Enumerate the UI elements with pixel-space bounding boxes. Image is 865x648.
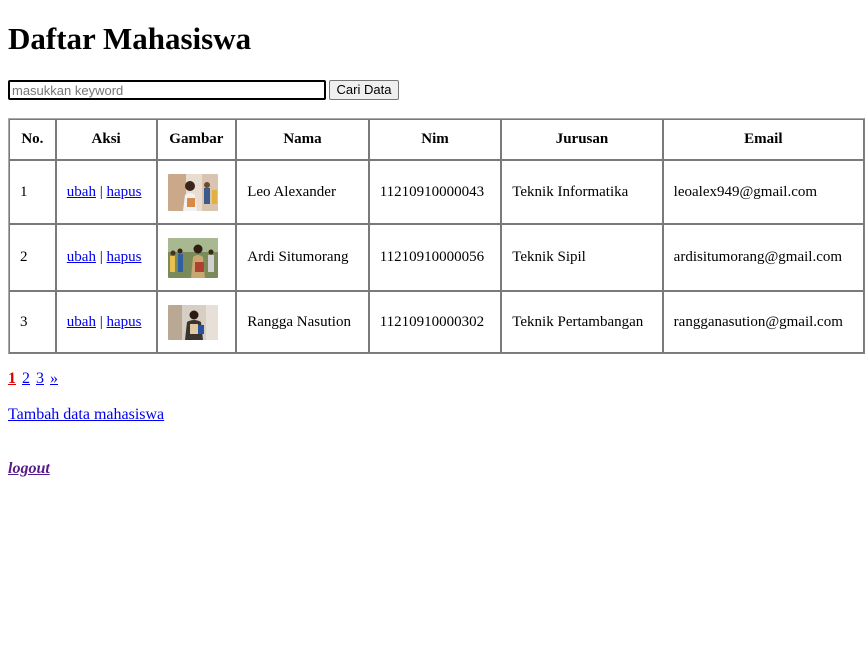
cell-no: 2 (9, 224, 56, 291)
table-row: 1 ubah | hapus Leo Alexander 11210910000… (9, 160, 864, 224)
cell-gambar (156, 160, 237, 224)
header-aksi: Aksi (55, 119, 157, 160)
header-jurusan: Jurusan (501, 119, 663, 160)
cell-email: leoalex949@gmail.com (662, 160, 864, 224)
page-link-2[interactable]: 2 (22, 370, 30, 387)
cell-jurusan: Teknik Pertambangan (501, 291, 663, 353)
delete-link[interactable]: hapus (106, 314, 141, 330)
student-photo-icon (167, 304, 218, 340)
action-separator: | (99, 249, 103, 265)
delete-link[interactable]: hapus (106, 184, 141, 200)
edit-link[interactable]: ubah (67, 184, 96, 200)
cell-nama: Rangga Nasution (236, 291, 369, 353)
delete-link[interactable]: hapus (106, 249, 141, 265)
search-button[interactable]: Cari Data (329, 80, 399, 100)
header-gambar: Gambar (156, 119, 237, 160)
header-nim: Nim (368, 119, 502, 160)
edit-link[interactable]: ubah (67, 314, 96, 330)
header-email: Email (662, 119, 864, 160)
cell-email: rangganasution@gmail.com (662, 291, 864, 353)
cell-no: 3 (9, 291, 56, 353)
page-link-current[interactable]: 1 (8, 370, 16, 387)
table-row: 2 ubah | hapus Ardi Situmorang 112109100… (9, 224, 864, 291)
cell-no: 1 (9, 160, 56, 224)
table-header-row: No. Aksi Gambar Nama Nim Jurusan Email (9, 119, 864, 160)
student-photo-icon (167, 173, 218, 211)
cell-aksi: ubah | hapus (55, 224, 157, 291)
cell-nim: 11210910000302 (368, 291, 502, 353)
cell-nim: 11210910000043 (368, 160, 502, 224)
cell-gambar (156, 224, 237, 291)
logout-link[interactable]: logout (8, 460, 50, 478)
cell-jurusan: Teknik Informatika (501, 160, 663, 224)
header-nama: Nama (236, 119, 369, 160)
add-student-link[interactable]: Tambah data mahasiswa (8, 406, 164, 424)
cell-gambar (156, 291, 237, 353)
cell-aksi: ubah | hapus (55, 160, 157, 224)
cell-aksi: ubah | hapus (55, 291, 157, 353)
next-page-link[interactable]: » (50, 370, 58, 387)
cell-nama: Ardi Situmorang (236, 224, 369, 291)
pagination: 1 2 3 » (8, 370, 60, 388)
page-link-3[interactable]: 3 (36, 370, 44, 387)
cell-email: ardisitumorang@gmail.com (662, 224, 864, 291)
cell-nama: Leo Alexander (236, 160, 369, 224)
student-photo-icon (167, 237, 218, 278)
table-row: 3 ubah | hapus Rangga Nasution 112109100… (9, 291, 864, 353)
search-input[interactable] (8, 80, 326, 100)
cell-jurusan: Teknik Sipil (501, 224, 663, 291)
action-separator: | (99, 183, 103, 200)
page-title: Daftar Mahasiswa (8, 21, 252, 56)
edit-link[interactable]: ubah (67, 249, 96, 265)
student-table: No. Aksi Gambar Nama Nim Jurusan Email 1… (8, 118, 865, 354)
action-separator: | (99, 313, 103, 330)
cell-nim: 11210910000056 (368, 224, 502, 291)
header-no: No. (9, 119, 56, 160)
